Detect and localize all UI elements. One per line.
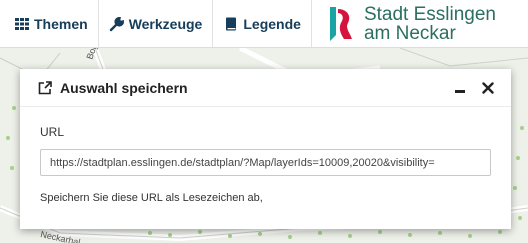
close-icon bbox=[482, 81, 494, 94]
close-button[interactable] bbox=[479, 79, 497, 97]
nav-themes-button[interactable]: Themen bbox=[0, 0, 99, 47]
dialog-header[interactable]: Auswahl speichern bbox=[20, 69, 511, 107]
minimize-button[interactable] bbox=[451, 79, 469, 97]
url-label: URL bbox=[40, 125, 65, 139]
nav-tools-button[interactable]: Werkzeuge bbox=[99, 0, 214, 47]
nav-themes-label: Themen bbox=[34, 15, 88, 32]
url-field[interactable] bbox=[40, 149, 491, 176]
book-icon bbox=[226, 17, 237, 30]
logo-line-1: Stadt Esslingen bbox=[363, 3, 496, 25]
logo-line-2: am Neckar bbox=[363, 22, 456, 44]
city-logo[interactable]: Stadt Esslingen am Neckar bbox=[312, 0, 528, 47]
wrench-icon bbox=[109, 16, 124, 31]
dialog-title: Auswahl speichern bbox=[60, 79, 188, 96]
save-selection-dialog: Auswahl speichern URL Speichern Sie dies… bbox=[20, 69, 511, 229]
grid-icon bbox=[15, 17, 29, 30]
top-navigation: Themen Werkzeuge Legende Stadt Esslingen… bbox=[0, 0, 528, 48]
city-logo-text: Stadt Esslingen am Neckar bbox=[364, 5, 496, 43]
share-icon bbox=[38, 80, 52, 94]
nav-tools-label: Werkzeuge bbox=[128, 15, 203, 32]
nav-legend-label: Legende bbox=[243, 15, 301, 32]
dialog-body: URL Speichern Sie diese URL als Lesezeic… bbox=[20, 107, 511, 204]
bookmark-hint: Speichern Sie diese URL als Lesezeichen … bbox=[40, 192, 263, 204]
minimize-icon bbox=[455, 89, 465, 93]
nav-legend-button[interactable]: Legende bbox=[213, 0, 312, 47]
city-logo-icon bbox=[329, 6, 352, 41]
